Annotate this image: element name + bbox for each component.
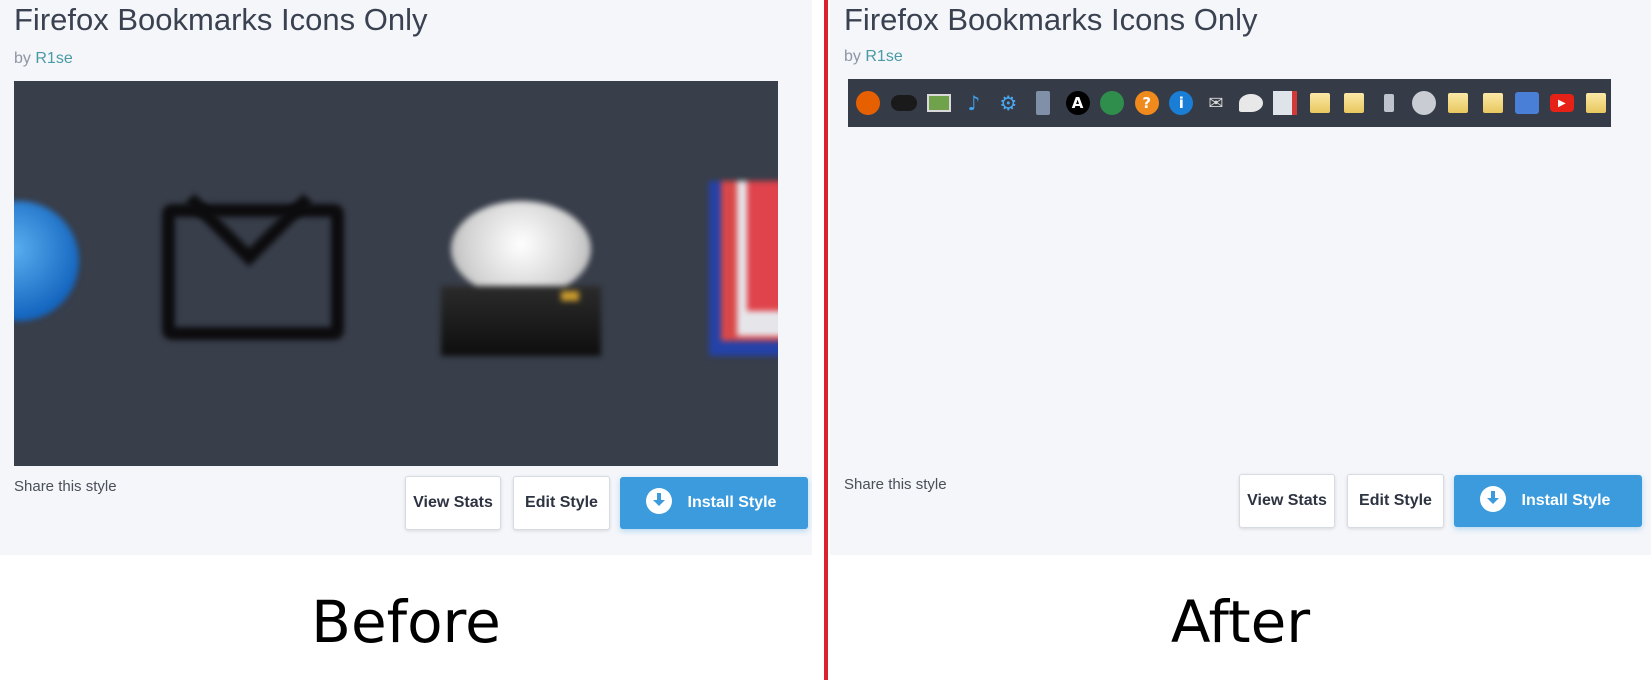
letter-a-icon[interactable]: A <box>1065 91 1090 115</box>
style-card: Firefox Bookmarks Icons Only by R1se Sha… <box>0 0 812 555</box>
book-icon <box>709 181 778 356</box>
mail-glyph: ✉ <box>1208 92 1224 114</box>
view-stats-button[interactable]: View Stats <box>405 476 501 530</box>
folder-icon[interactable] <box>1344 93 1365 113</box>
firefox-icon[interactable] <box>856 91 880 115</box>
edit-style-button[interactable]: Edit Style <box>1347 474 1444 528</box>
download-icon <box>1480 486 1506 512</box>
by-label: by <box>844 48 861 65</box>
view-stats-button[interactable]: View Stats <box>1239 474 1335 528</box>
picture-icon[interactable] <box>927 94 952 112</box>
chat-hdd-icon <box>441 191 601 361</box>
share-label[interactable]: Share this style <box>844 476 947 493</box>
chat-icon[interactable] <box>1238 94 1263 112</box>
mail-icon[interactable]: ✉ <box>1204 91 1228 115</box>
film-icon[interactable] <box>1035 91 1050 115</box>
book-icon[interactable] <box>1273 91 1298 115</box>
edit-style-button[interactable]: Edit Style <box>513 476 610 530</box>
before-caption: Before <box>311 588 501 656</box>
music-note-icon[interactable]: ♪ <box>962 91 986 115</box>
style-card: Firefox Bookmarks Icons Only by R1se ♪ ⚙ A… <box>830 0 1651 555</box>
byline: by R1se <box>844 48 903 66</box>
bookmarks-toolbar-preview: ♪ ⚙ A? i ✉ ▶ <box>848 79 1611 127</box>
music-note-glyph: ♪ <box>967 91 981 115</box>
download-icon <box>646 488 672 514</box>
gear-icon[interactable]: ⚙ <box>996 91 1020 115</box>
folder-icon[interactable] <box>1309 93 1330 113</box>
gamepad-icon[interactable] <box>890 95 917 111</box>
translate-icon[interactable] <box>1515 92 1540 114</box>
help-icon[interactable]: ? <box>1134 91 1159 115</box>
folder-icon[interactable] <box>1482 93 1503 113</box>
info-icon[interactable]: i <box>1169 91 1194 115</box>
after-panel: Firefox Bookmarks Icons Only by R1se ♪ ⚙ A… <box>830 0 1651 680</box>
folder-icon[interactable] <box>1586 93 1607 113</box>
globe-icon <box>14 201 79 321</box>
folder-icon[interactable] <box>1448 93 1469 113</box>
globe-icon[interactable] <box>1100 91 1125 115</box>
author-link[interactable]: R1se <box>865 48 902 65</box>
panel-divider <box>824 0 828 680</box>
share-label[interactable]: Share this style <box>14 478 117 495</box>
after-caption: After <box>1170 588 1311 656</box>
gear-glyph: ⚙ <box>999 91 1018 115</box>
author-link[interactable]: R1se <box>35 50 72 67</box>
help-glyph: ? <box>1142 94 1152 112</box>
style-title: Firefox Bookmarks Icons Only <box>844 2 1258 37</box>
install-style-label: Install Style <box>687 494 777 511</box>
before-panel: Firefox Bookmarks Icons Only by R1se Sha… <box>0 0 812 680</box>
phone-icon[interactable] <box>1383 94 1394 112</box>
install-style-button[interactable]: Install Style <box>620 477 808 529</box>
youtube-icon[interactable]: ▶ <box>1549 94 1574 112</box>
clock-icon[interactable] <box>1411 91 1436 115</box>
by-label: by <box>14 50 31 67</box>
install-style-label: Install Style <box>1521 492 1611 509</box>
install-style-button[interactable]: Install Style <box>1454 475 1642 527</box>
letter-a-glyph: A <box>1071 94 1084 112</box>
byline: by R1se <box>14 50 73 68</box>
style-title: Firefox Bookmarks Icons Only <box>14 2 428 37</box>
info-glyph: i <box>1178 94 1184 112</box>
style-preview-image <box>14 81 778 466</box>
youtube-glyph: ▶ <box>1558 97 1566 109</box>
